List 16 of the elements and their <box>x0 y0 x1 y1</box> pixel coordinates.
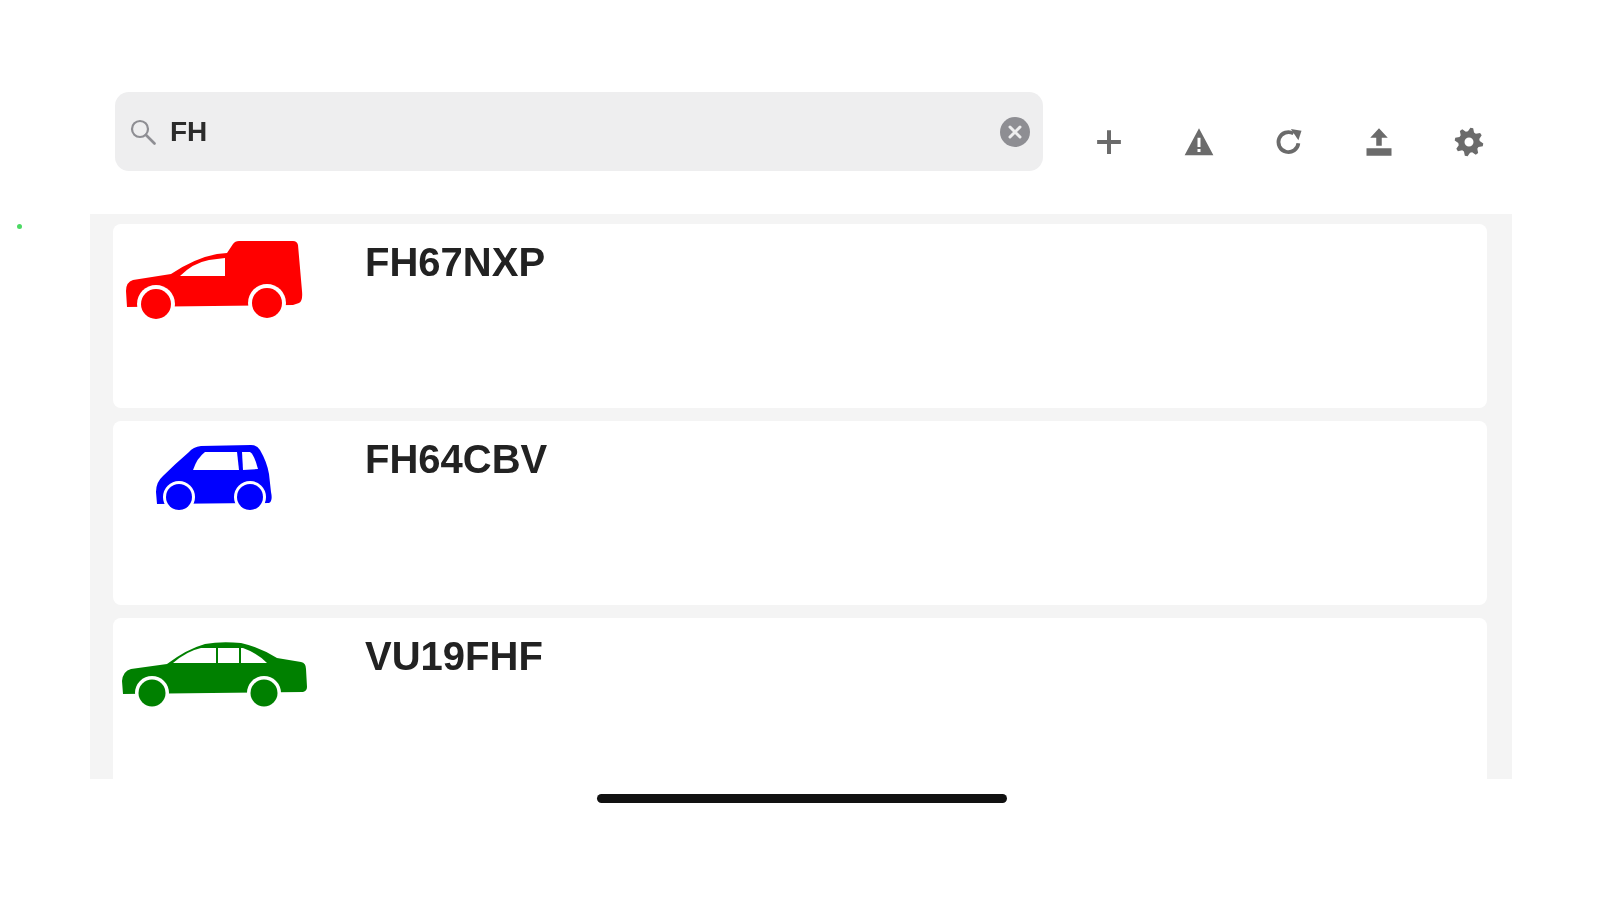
vehicle-card[interactable]: VU19FHF <box>113 618 1487 779</box>
plate-number: FH67NXP <box>365 239 546 285</box>
plate-number: VU19FHF <box>365 633 543 679</box>
add-icon[interactable] <box>1094 127 1124 157</box>
refresh-icon[interactable] <box>1274 127 1304 157</box>
search-icon <box>129 118 156 145</box>
clear-icon[interactable] <box>1000 116 1030 147</box>
upload-icon[interactable] <box>1364 127 1394 157</box>
vehicle-card[interactable]: FH67NXP <box>113 224 1487 408</box>
dot-icon <box>17 224 22 229</box>
search-field[interactable]: FH <box>115 92 1043 171</box>
settings-icon[interactable] <box>1454 127 1484 157</box>
vehicle-card[interactable]: FH64CBV <box>113 421 1487 605</box>
plate-number: FH64CBV <box>365 436 548 482</box>
search-input[interactable]: FH <box>170 111 986 152</box>
warning-icon[interactable] <box>1184 127 1214 157</box>
